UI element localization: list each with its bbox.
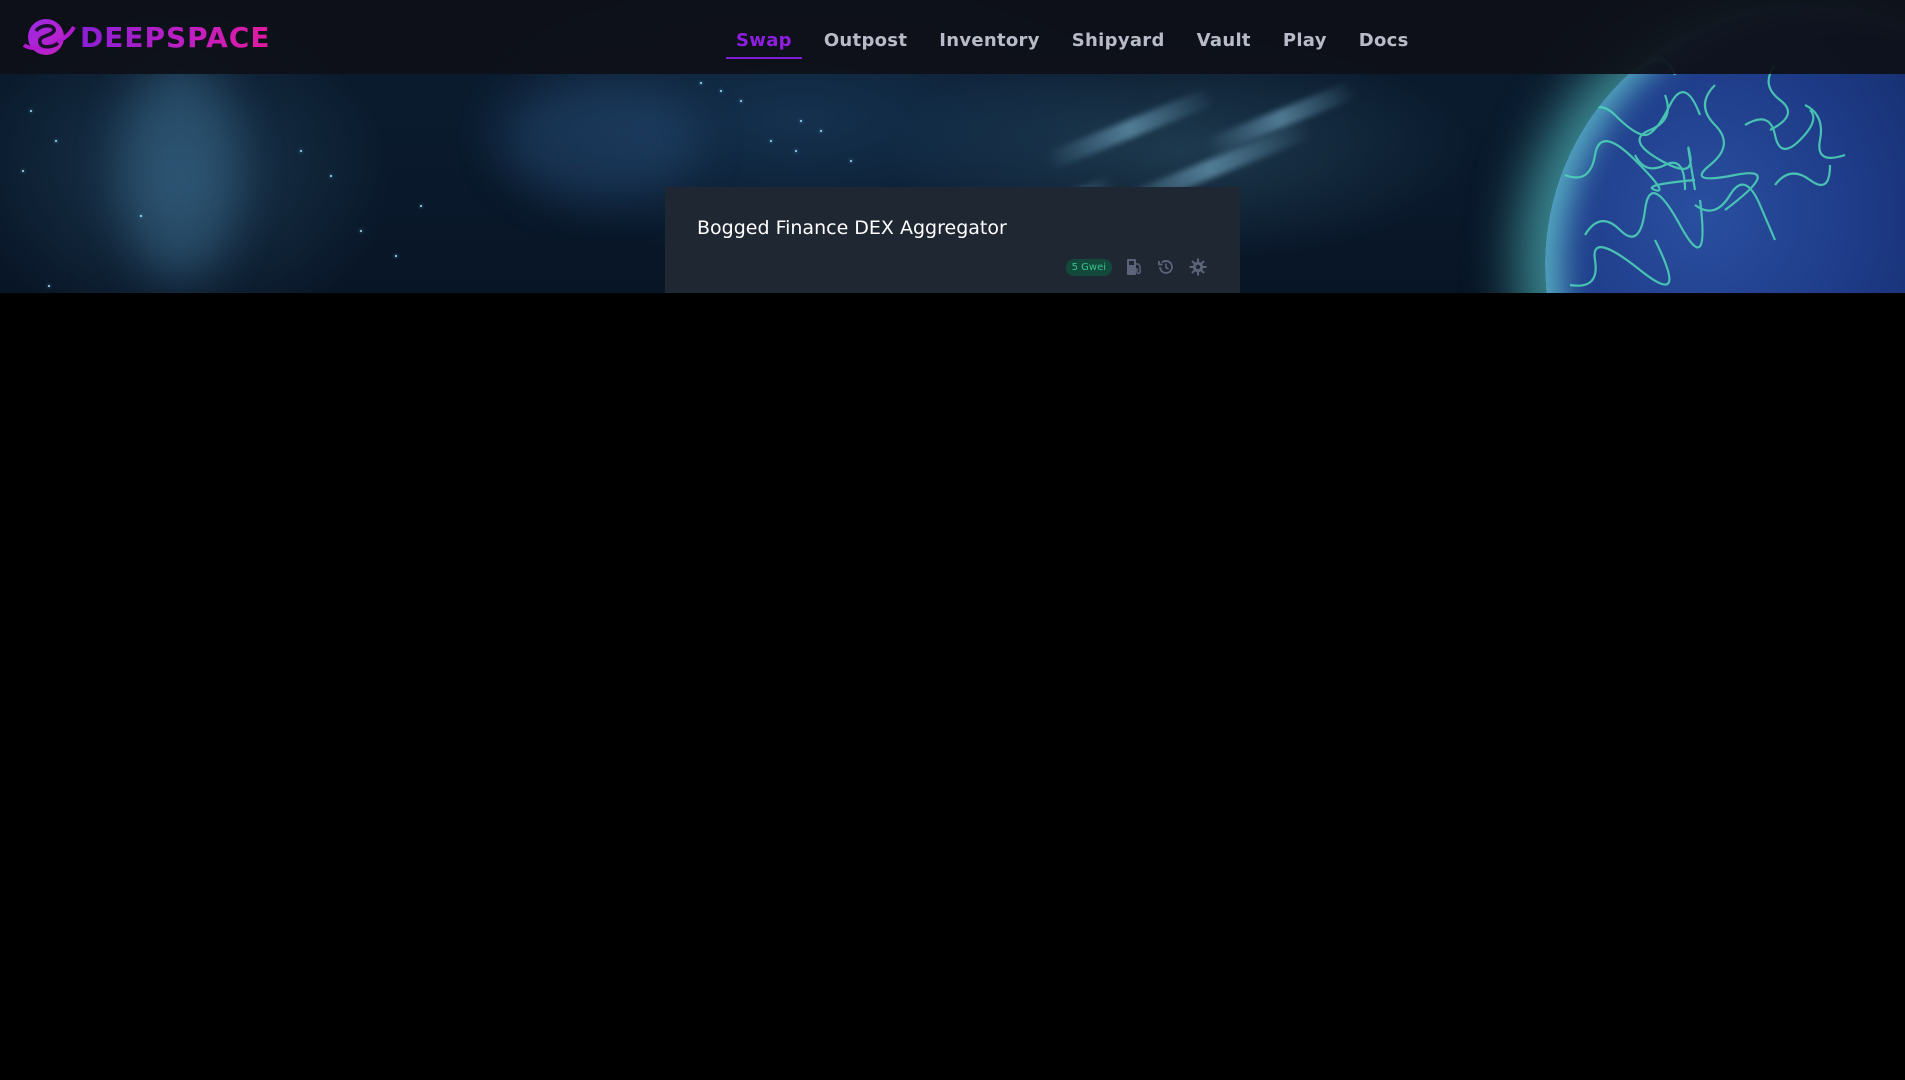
nav-item-outpost[interactable]: Outpost bbox=[808, 0, 923, 74]
nav-item-vault[interactable]: Vault bbox=[1181, 0, 1267, 74]
top-navbar: DEEPSPACE Swap Outpost Inventory Shipyar… bbox=[0, 0, 1905, 74]
star bbox=[740, 100, 742, 102]
nav-item-play[interactable]: Play bbox=[1267, 0, 1343, 74]
gas-pump-icon[interactable] bbox=[1124, 257, 1144, 277]
main-nav: Swap Outpost Inventory Shipyard Vault Pl… bbox=[720, 0, 1425, 74]
swap-widget-toolbar: 5 Gwei bbox=[1065, 257, 1208, 277]
nav-item-swap[interactable]: Swap bbox=[720, 0, 808, 74]
nav-item-docs[interactable]: Docs bbox=[1343, 0, 1425, 74]
gas-price-badge: 5 Gwei bbox=[1065, 258, 1112, 276]
star bbox=[420, 205, 422, 207]
brand-home-link[interactable]: DEEPSPACE bbox=[20, 15, 270, 59]
settings-gear-icon[interactable] bbox=[1188, 257, 1208, 277]
nebula-cloud bbox=[120, 60, 240, 280]
star bbox=[330, 175, 332, 177]
star bbox=[820, 130, 822, 132]
deepspace-logo-icon bbox=[22, 19, 76, 55]
star bbox=[55, 140, 57, 142]
history-icon[interactable] bbox=[1156, 257, 1176, 277]
swap-widget-title: Bogged Finance DEX Aggregator bbox=[697, 217, 1007, 239]
star bbox=[360, 230, 362, 232]
star bbox=[770, 140, 772, 142]
star bbox=[720, 90, 722, 92]
nav-item-inventory[interactable]: Inventory bbox=[923, 0, 1056, 74]
page: DEEPSPACE Swap Outpost Inventory Shipyar… bbox=[0, 0, 1905, 1080]
nav-item-shipyard[interactable]: Shipyard bbox=[1056, 0, 1181, 74]
star bbox=[140, 215, 142, 217]
star bbox=[795, 150, 797, 152]
star bbox=[395, 255, 397, 257]
brand-name: DEEPSPACE bbox=[80, 20, 271, 54]
light-streak bbox=[1043, 86, 1217, 172]
star bbox=[30, 110, 32, 112]
star bbox=[300, 150, 302, 152]
star bbox=[700, 82, 702, 84]
nebula-cloud bbox=[500, 80, 700, 200]
star bbox=[850, 160, 852, 162]
star bbox=[48, 285, 50, 287]
star bbox=[800, 120, 802, 122]
swap-widget-card: Bogged Finance DEX Aggregator 5 Gwei bbox=[665, 187, 1240, 293]
star bbox=[22, 170, 24, 172]
